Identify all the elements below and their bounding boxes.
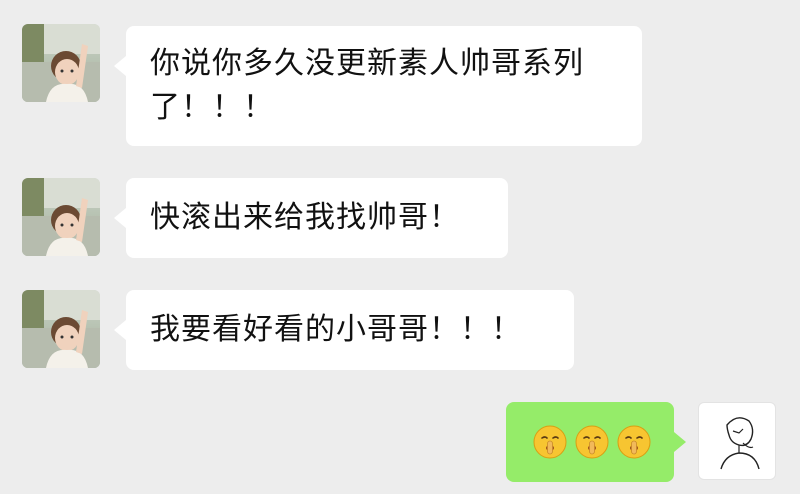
line-art-portrait-icon: [720, 417, 760, 470]
shushing-face-icon: [533, 425, 567, 459]
shushing-face-icon: [617, 425, 651, 459]
incoming-message-bubble[interactable]: 我要看好看的小哥哥！！！: [114, 290, 574, 370]
message-text: 我要看好看的小哥哥！！！: [150, 312, 522, 347]
message-text-line: 了！！！: [150, 90, 274, 125]
shushing-face-icon: [575, 425, 609, 459]
message-text: 快滚出来给我找帅哥！: [150, 200, 460, 235]
incoming-message-bubble[interactable]: 你说你多久没更新素人帅哥系列 了！！！: [114, 26, 642, 146]
message-text-line: 你说你多久没更新素人帅哥系列: [150, 46, 584, 81]
self-avatar[interactable]: [698, 402, 776, 480]
emoji-group: [532, 402, 654, 482]
contact-avatar[interactable]: [22, 24, 100, 102]
contact-avatar[interactable]: [22, 178, 100, 256]
child-photo-icon: [22, 178, 100, 256]
contact-avatar[interactable]: [22, 290, 100, 368]
incoming-message-bubble[interactable]: 快滚出来给我找帅哥！: [114, 178, 508, 258]
child-photo-icon: [22, 290, 100, 368]
child-photo-icon: [22, 24, 100, 102]
outgoing-message-bubble[interactable]: [506, 402, 686, 482]
